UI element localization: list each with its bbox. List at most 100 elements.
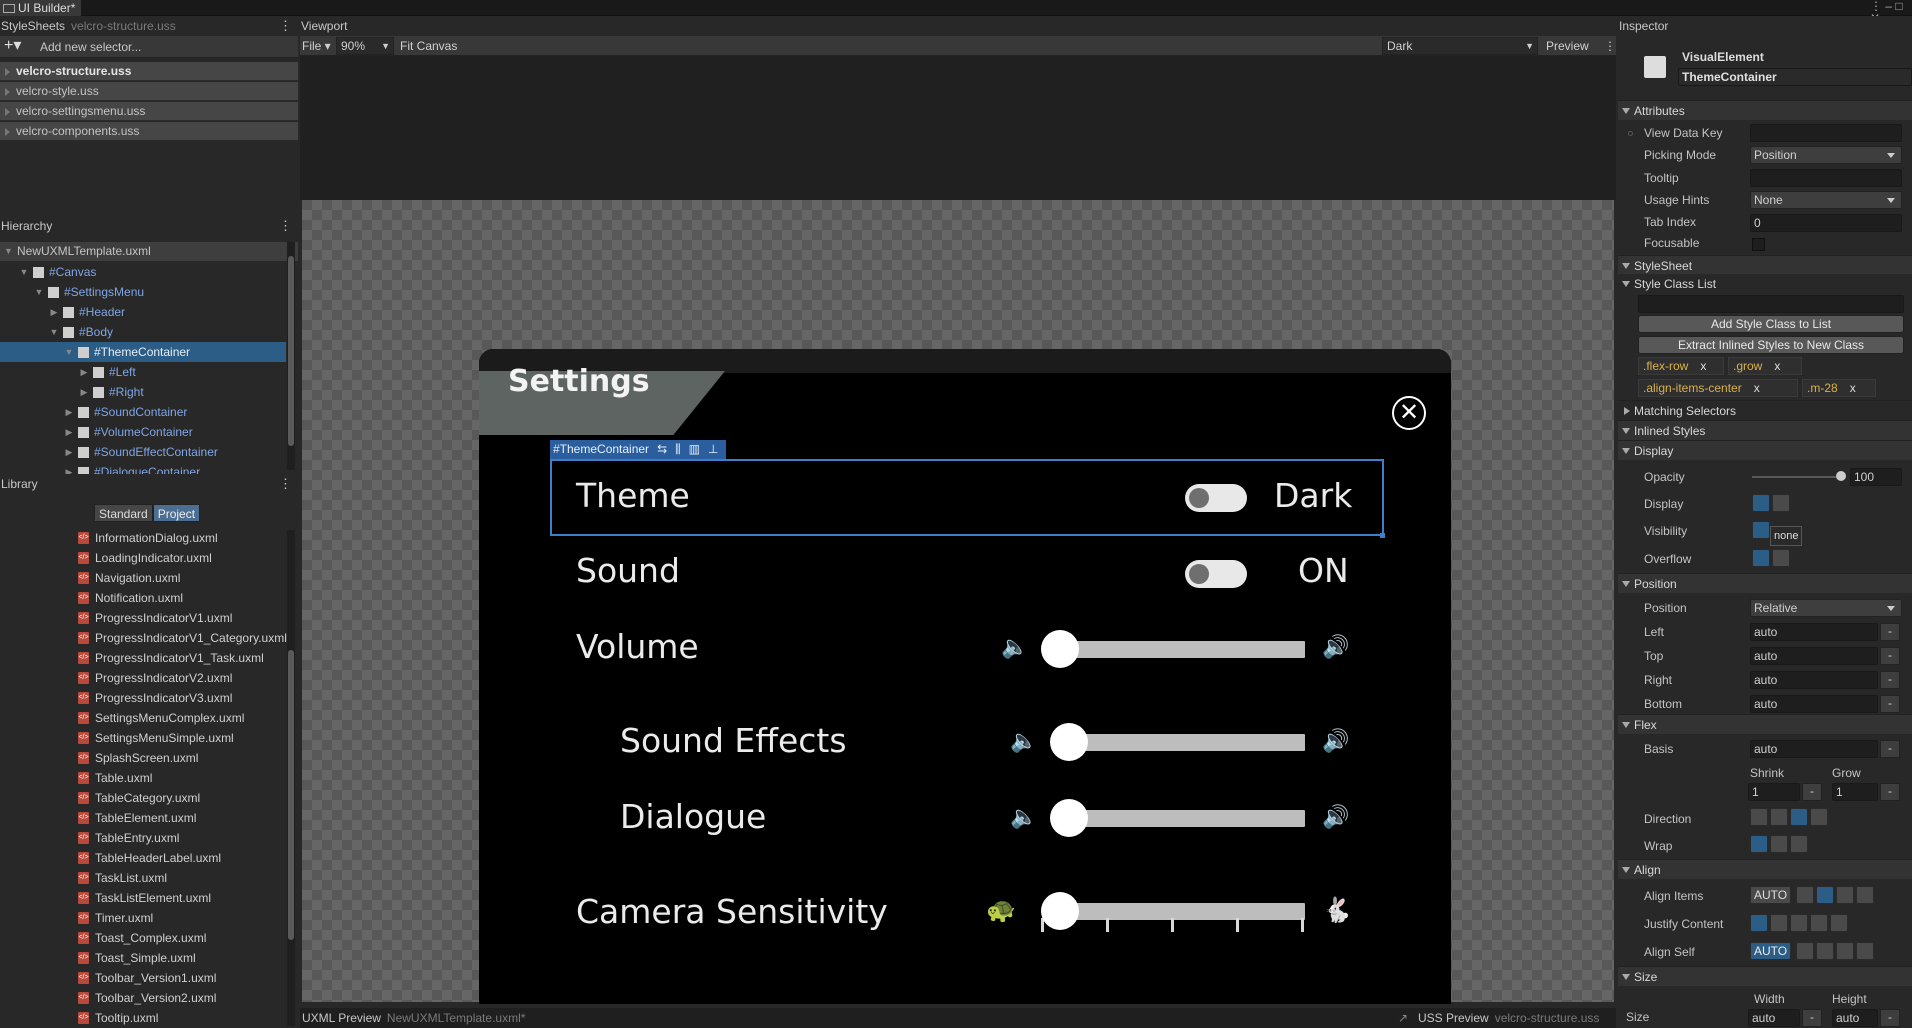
chevron-right-icon[interactable]: ▶ [64,402,74,422]
justify-content-buttons[interactable] [1750,914,1848,932]
opacity-field[interactable]: 100 [1850,468,1902,486]
bottom-unit-button[interactable]: - [1880,695,1900,713]
right-field[interactable]: auto [1750,671,1878,689]
hierarchy-item[interactable]: ▼ #ThemeContainer [64,342,191,362]
row-icon[interactable] [1790,808,1808,826]
hierarchy-item[interactable]: ▶ #VolumeContainer [64,422,193,442]
library-item[interactable]: </> Timer.uxml [78,908,153,928]
sfx-slider-track[interactable] [1068,734,1305,751]
width-unit-button[interactable]: - [1802,1009,1822,1027]
hierarchy-item[interactable]: ▶ #Right [79,382,144,402]
align-self-buttons[interactable] [1796,942,1874,960]
row-reverse-icon[interactable] [1810,808,1828,826]
class-tag[interactable]: .m-28 x [1802,379,1876,397]
self-end-icon[interactable] [1836,942,1854,960]
hierarchy-root[interactable]: ▼ NewUXMLTemplate.uxml [0,242,298,261]
column-reverse-icon[interactable] [1770,808,1788,826]
direction-buttons[interactable] [1750,808,1828,826]
library-item[interactable]: </> ProgressIndicatorV1_Task.uxml [78,648,264,668]
stylesheet-row[interactable]: velcro-structure.uss [0,62,298,81]
style-class-list-section[interactable]: Style Class List [1618,274,1912,294]
dialogue-slider-thumb[interactable] [1050,799,1088,837]
align-center-icon[interactable] [1816,886,1834,904]
tab-project[interactable]: Project [152,504,201,522]
library-item[interactable]: </> SplashScreen.uxml [78,748,198,768]
justify-start-icon[interactable] [1750,914,1768,932]
chevron-right-icon[interactable]: ▶ [79,382,89,402]
uxml-preview-tab[interactable]: UXML Preview NewUXMLTemplate.uxml* [302,1008,525,1028]
left-field[interactable]: auto [1750,623,1878,641]
grow-unit-button[interactable]: - [1880,783,1900,801]
add-style-class-button[interactable]: Add Style Class to List [1638,315,1904,333]
inlined-styles-section[interactable]: Inlined Styles [1618,420,1912,440]
eye-icon[interactable] [1752,494,1770,512]
self-stretch-icon[interactable] [1856,942,1874,960]
uss-preview-tab[interactable]: USS Preview velcro-structure.uss [1418,1008,1616,1028]
basis-unit-button[interactable]: - [1880,740,1900,758]
stylesheet-row[interactable]: velcro-settingsmenu.uss [0,102,298,121]
resize-handle[interactable] [1380,533,1385,538]
wrap-buttons[interactable] [1750,835,1808,853]
sound-toggle[interactable] [1185,560,1247,588]
shrink-field[interactable]: 1 [1748,783,1800,801]
volume-slider-track[interactable] [1058,641,1305,658]
stylesheets-menu-icon[interactable]: ⋮ [279,16,292,36]
library-item[interactable]: </> Toast_Simple.uxml [78,948,196,968]
picking-mode-dropdown[interactable]: Position [1750,146,1902,164]
display-section[interactable]: Display [1618,440,1912,460]
height-field[interactable]: auto [1832,1009,1878,1027]
window-tab[interactable]: UI Builder* [0,0,82,16]
justify-end-icon[interactable] [1790,914,1808,932]
chevron-right-icon[interactable]: ▶ [64,442,74,462]
right-unit-button[interactable]: - [1880,671,1900,689]
wrap-reverse-icon[interactable] [1790,835,1808,853]
library-item[interactable]: </> Toast_Complex.uxml [78,928,206,948]
overflow-visible-icon[interactable] [1752,549,1770,567]
opacity-slider-track[interactable] [1752,476,1836,478]
camera-slider-thumb[interactable] [1041,892,1079,930]
library-item[interactable]: </> TaskListElement.uxml [78,888,211,908]
chevron-down-icon[interactable]: ▼ [4,242,13,261]
shrink-unit-button[interactable]: - [1802,783,1822,801]
flex-row-icon[interactable]: ⇆ [657,440,667,459]
library-item[interactable]: </> TaskList.uxml [78,868,167,888]
preview-button[interactable]: Preview [1546,36,1589,56]
add-selector-input[interactable]: Add new selector... [36,38,290,56]
theme-select[interactable]: Dark ▼ [1382,37,1538,55]
element-name-field[interactable]: ThemeContainer [1678,68,1912,86]
open-external-icon[interactable]: ↗ [1398,1008,1408,1028]
align-items-auto-button[interactable]: AUTO [1750,886,1792,904]
file-menu[interactable]: File ▾ [302,36,331,56]
width-field[interactable]: auto [1748,1009,1800,1027]
volume-slider-thumb[interactable] [1041,630,1079,668]
justify-around-icon[interactable] [1830,914,1848,932]
overflow-hidden-icon[interactable] [1772,549,1790,567]
tooltip-field[interactable] [1750,169,1902,187]
top-field[interactable]: auto [1750,647,1878,665]
align-end-icon[interactable] [1836,886,1854,904]
position-dropdown[interactable]: Relative [1750,599,1902,617]
align-self-auto-button[interactable]: AUTO [1750,942,1792,960]
library-item[interactable]: </> Tooltip.uxml [78,1008,158,1028]
chevron-right-icon[interactable]: ▶ [64,422,74,442]
stylesheet-row[interactable]: velcro-style.uss [0,82,298,101]
library-menu-icon[interactable]: ⋮ [279,474,292,494]
class-tag[interactable]: .flex-row x [1638,357,1724,375]
opacity-slider-thumb[interactable] [1836,471,1846,481]
justify-icon[interactable]: ▥ [689,440,700,459]
library-item[interactable]: </> Toolbar_Version2.uxml [78,988,216,1008]
library-item[interactable]: </> TableCategory.uxml [78,788,200,808]
left-unit-button[interactable]: - [1880,623,1900,641]
hierarchy-item[interactable]: ▶ #Header [49,302,126,322]
self-start-icon[interactable] [1796,942,1814,960]
view-data-key-field[interactable] [1750,124,1902,142]
zoom-select[interactable]: 90% ▼ [336,37,394,55]
library-item[interactable]: </> Table.uxml [78,768,152,788]
justify-center-icon[interactable] [1770,914,1788,932]
class-tag[interactable]: .align-items-center x [1638,379,1798,397]
hierarchy-item[interactable]: ▶ #Left [79,362,136,382]
usage-hints-dropdown[interactable]: None [1750,191,1902,209]
tab-index-field[interactable]: 0 [1750,214,1902,232]
attributes-section[interactable]: Attributes [1618,100,1912,120]
add-stylesheet-icon[interactable]: +▾ [4,37,21,55]
